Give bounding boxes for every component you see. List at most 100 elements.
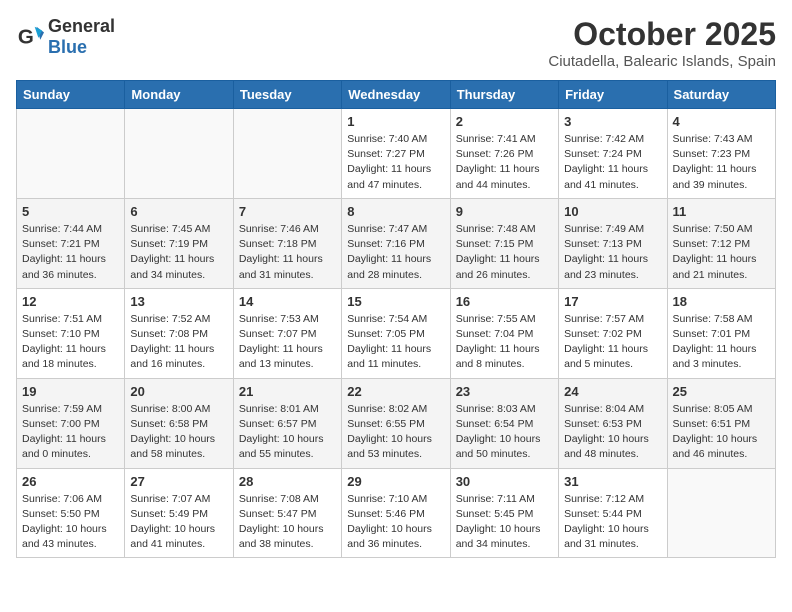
day-number: 31 [564, 474, 661, 489]
day-number: 4 [673, 114, 770, 129]
calendar-cell: 15 Sunrise: 7:54 AM Sunset: 7:05 PM Dayli… [342, 288, 450, 378]
day-info: Sunrise: 7:08 AM Sunset: 5:47 PM Dayligh… [239, 492, 336, 553]
day-info: Sunrise: 7:47 AM Sunset: 7:16 PM Dayligh… [347, 222, 444, 283]
calendar-cell: 30Sunrise: 7:11 AM Sunset: 5:45 PM Dayli… [450, 468, 558, 558]
calendar-cell [17, 109, 125, 199]
day-number: 29 [347, 474, 444, 489]
day-info: Sunrise: 8:01 AM Sunset: 6:57 PM Dayligh… [239, 402, 336, 463]
day-number: 12 [22, 294, 119, 309]
calendar-cell: 5Sunrise: 7:44 AM Sunset: 7:21 PM Daylig… [17, 198, 125, 288]
calendar-cell: 10 Sunrise: 7:49 AM Sunset: 7:13 PM Dayli… [559, 198, 667, 288]
calendar-cell: 25Sunrise: 8:05 AM Sunset: 6:51 PM Dayli… [667, 378, 775, 468]
day-number: 13 [130, 294, 227, 309]
calendar-week-row: 12 Sunrise: 7:51 AM Sunset: 7:10 PM Dayli… [17, 288, 776, 378]
calendar-week-row: 26 Sunrise: 7:06 AM Sunset: 5:50 PM Dayli… [17, 468, 776, 558]
weekday-header-sunday: Sunday [17, 81, 125, 109]
day-info: Sunrise: 8:03 AM Sunset: 6:54 PM Dayligh… [456, 402, 553, 463]
calendar-cell [125, 109, 233, 199]
day-info: Sunrise: 8:02 AM Sunset: 6:55 PM Dayligh… [347, 402, 444, 463]
calendar-cell: 12 Sunrise: 7:51 AM Sunset: 7:10 PM Dayli… [17, 288, 125, 378]
calendar-cell: 16 Sunrise: 7:55 AM Sunset: 7:04 PM Dayli… [450, 288, 558, 378]
day-info: Sunrise: 7:46 AM Sunset: 7:18 PM Dayligh… [239, 222, 336, 283]
calendar-cell: 11 Sunrise: 7:50 AM Sunset: 7:12 PM Dayli… [667, 198, 775, 288]
day-info: Sunrise: 7:41 AM Sunset: 7:26 PM Dayligh… [456, 132, 553, 193]
logo-icon: G [16, 23, 44, 51]
weekday-header-saturday: Saturday [667, 81, 775, 109]
day-number: 22 [347, 384, 444, 399]
calendar-cell [233, 109, 341, 199]
calendar-cell: 7Sunrise: 7:46 AM Sunset: 7:18 PM Daylig… [233, 198, 341, 288]
day-number: 15 [347, 294, 444, 309]
day-info: Sunrise: 7:59 AM Sunset: 7:00 PM Dayligh… [22, 402, 119, 463]
location-title: Ciutadella, Balearic Islands, Spain [548, 53, 776, 70]
calendar-cell: 24Sunrise: 8:04 AM Sunset: 6:53 PM Dayli… [559, 378, 667, 468]
weekday-header-wednesday: Wednesday [342, 81, 450, 109]
day-info: Sunrise: 7:51 AM Sunset: 7:10 PM Dayligh… [22, 312, 119, 373]
title-area: October 2025 Ciutadella, Balearic Island… [548, 16, 776, 70]
day-number: 2 [456, 114, 553, 129]
day-info: Sunrise: 7:40 AM Sunset: 7:27 PM Dayligh… [347, 132, 444, 193]
day-info: Sunrise: 7:50 AM Sunset: 7:12 PM Dayligh… [673, 222, 770, 283]
calendar-cell: 26 Sunrise: 7:06 AM Sunset: 5:50 PM Dayli… [17, 468, 125, 558]
day-number: 8 [347, 204, 444, 219]
day-number: 26 [22, 474, 119, 489]
svg-text:G: G [18, 26, 34, 49]
day-info: Sunrise: 7:48 AM Sunset: 7:15 PM Dayligh… [456, 222, 553, 283]
calendar-cell: 28Sunrise: 7:08 AM Sunset: 5:47 PM Dayli… [233, 468, 341, 558]
day-info: Sunrise: 8:05 AM Sunset: 6:51 PM Dayligh… [673, 402, 770, 463]
calendar-cell: 13Sunrise: 7:52 AM Sunset: 7:08 PM Dayli… [125, 288, 233, 378]
calendar-cell: 18 Sunrise: 7:58 AM Sunset: 7:01 PM Dayli… [667, 288, 775, 378]
calendar-cell: 6 Sunrise: 7:45 AM Sunset: 7:19 PM Daylig… [125, 198, 233, 288]
day-info: Sunrise: 7:06 AM Sunset: 5:50 PM Dayligh… [22, 492, 119, 553]
calendar-cell: 3Sunrise: 7:42 AM Sunset: 7:24 PM Daylig… [559, 109, 667, 199]
day-info: Sunrise: 7:44 AM Sunset: 7:21 PM Dayligh… [22, 222, 119, 283]
calendar-table: SundayMondayTuesdayWednesdayThursdayFrid… [16, 80, 776, 558]
weekday-header-friday: Friday [559, 81, 667, 109]
calendar-week-row: 5Sunrise: 7:44 AM Sunset: 7:21 PM Daylig… [17, 198, 776, 288]
day-info: Sunrise: 7:42 AM Sunset: 7:24 PM Dayligh… [564, 132, 661, 193]
day-info: Sunrise: 7:12 AM Sunset: 5:44 PM Dayligh… [564, 492, 661, 553]
day-number: 30 [456, 474, 553, 489]
calendar-cell [667, 468, 775, 558]
calendar-cell: 21 Sunrise: 8:01 AM Sunset: 6:57 PM Dayli… [233, 378, 341, 468]
day-info: Sunrise: 7:53 AM Sunset: 7:07 PM Dayligh… [239, 312, 336, 373]
day-info: Sunrise: 8:00 AM Sunset: 6:58 PM Dayligh… [130, 402, 227, 463]
logo: G General Blue [16, 16, 115, 58]
logo-blue: Blue [48, 37, 87, 57]
day-number: 23 [456, 384, 553, 399]
calendar-cell: 23 Sunrise: 8:03 AM Sunset: 6:54 PM Dayli… [450, 378, 558, 468]
calendar-cell: 20Sunrise: 8:00 AM Sunset: 6:58 PM Dayli… [125, 378, 233, 468]
weekday-header-row: SundayMondayTuesdayWednesdayThursdayFrid… [17, 81, 776, 109]
calendar-cell: 29 Sunrise: 7:10 AM Sunset: 5:46 PM Dayli… [342, 468, 450, 558]
day-info: Sunrise: 7:10 AM Sunset: 5:46 PM Dayligh… [347, 492, 444, 553]
day-info: Sunrise: 7:55 AM Sunset: 7:04 PM Dayligh… [456, 312, 553, 373]
day-number: 21 [239, 384, 336, 399]
day-number: 9 [456, 204, 553, 219]
day-info: Sunrise: 7:49 AM Sunset: 7:13 PM Dayligh… [564, 222, 661, 283]
day-info: Sunrise: 7:45 AM Sunset: 7:19 PM Dayligh… [130, 222, 227, 283]
calendar-cell: 8 Sunrise: 7:47 AM Sunset: 7:16 PM Daylig… [342, 198, 450, 288]
calendar-week-row: 19Sunrise: 7:59 AM Sunset: 7:00 PM Dayli… [17, 378, 776, 468]
day-number: 6 [130, 204, 227, 219]
weekday-header-thursday: Thursday [450, 81, 558, 109]
calendar-cell: 27Sunrise: 7:07 AM Sunset: 5:49 PM Dayli… [125, 468, 233, 558]
calendar-cell: 14Sunrise: 7:53 AM Sunset: 7:07 PM Dayli… [233, 288, 341, 378]
day-number: 16 [456, 294, 553, 309]
day-number: 18 [673, 294, 770, 309]
day-info: Sunrise: 7:58 AM Sunset: 7:01 PM Dayligh… [673, 312, 770, 373]
day-number: 11 [673, 204, 770, 219]
day-info: Sunrise: 8:04 AM Sunset: 6:53 PM Dayligh… [564, 402, 661, 463]
day-number: 10 [564, 204, 661, 219]
calendar-week-row: 1 Sunrise: 7:40 AM Sunset: 7:27 PM Daylig… [17, 109, 776, 199]
day-number: 17 [564, 294, 661, 309]
page-header: G General Blue October 2025 Ciutadella, … [16, 16, 776, 70]
day-info: Sunrise: 7:07 AM Sunset: 5:49 PM Dayligh… [130, 492, 227, 553]
month-title: October 2025 [548, 16, 776, 53]
weekday-header-monday: Monday [125, 81, 233, 109]
day-info: Sunrise: 7:54 AM Sunset: 7:05 PM Dayligh… [347, 312, 444, 373]
calendar-cell: 17Sunrise: 7:57 AM Sunset: 7:02 PM Dayli… [559, 288, 667, 378]
day-info: Sunrise: 7:43 AM Sunset: 7:23 PM Dayligh… [673, 132, 770, 193]
day-number: 1 [347, 114, 444, 129]
logo-general: General [48, 16, 115, 36]
calendar-cell: 4 Sunrise: 7:43 AM Sunset: 7:23 PM Daylig… [667, 109, 775, 199]
